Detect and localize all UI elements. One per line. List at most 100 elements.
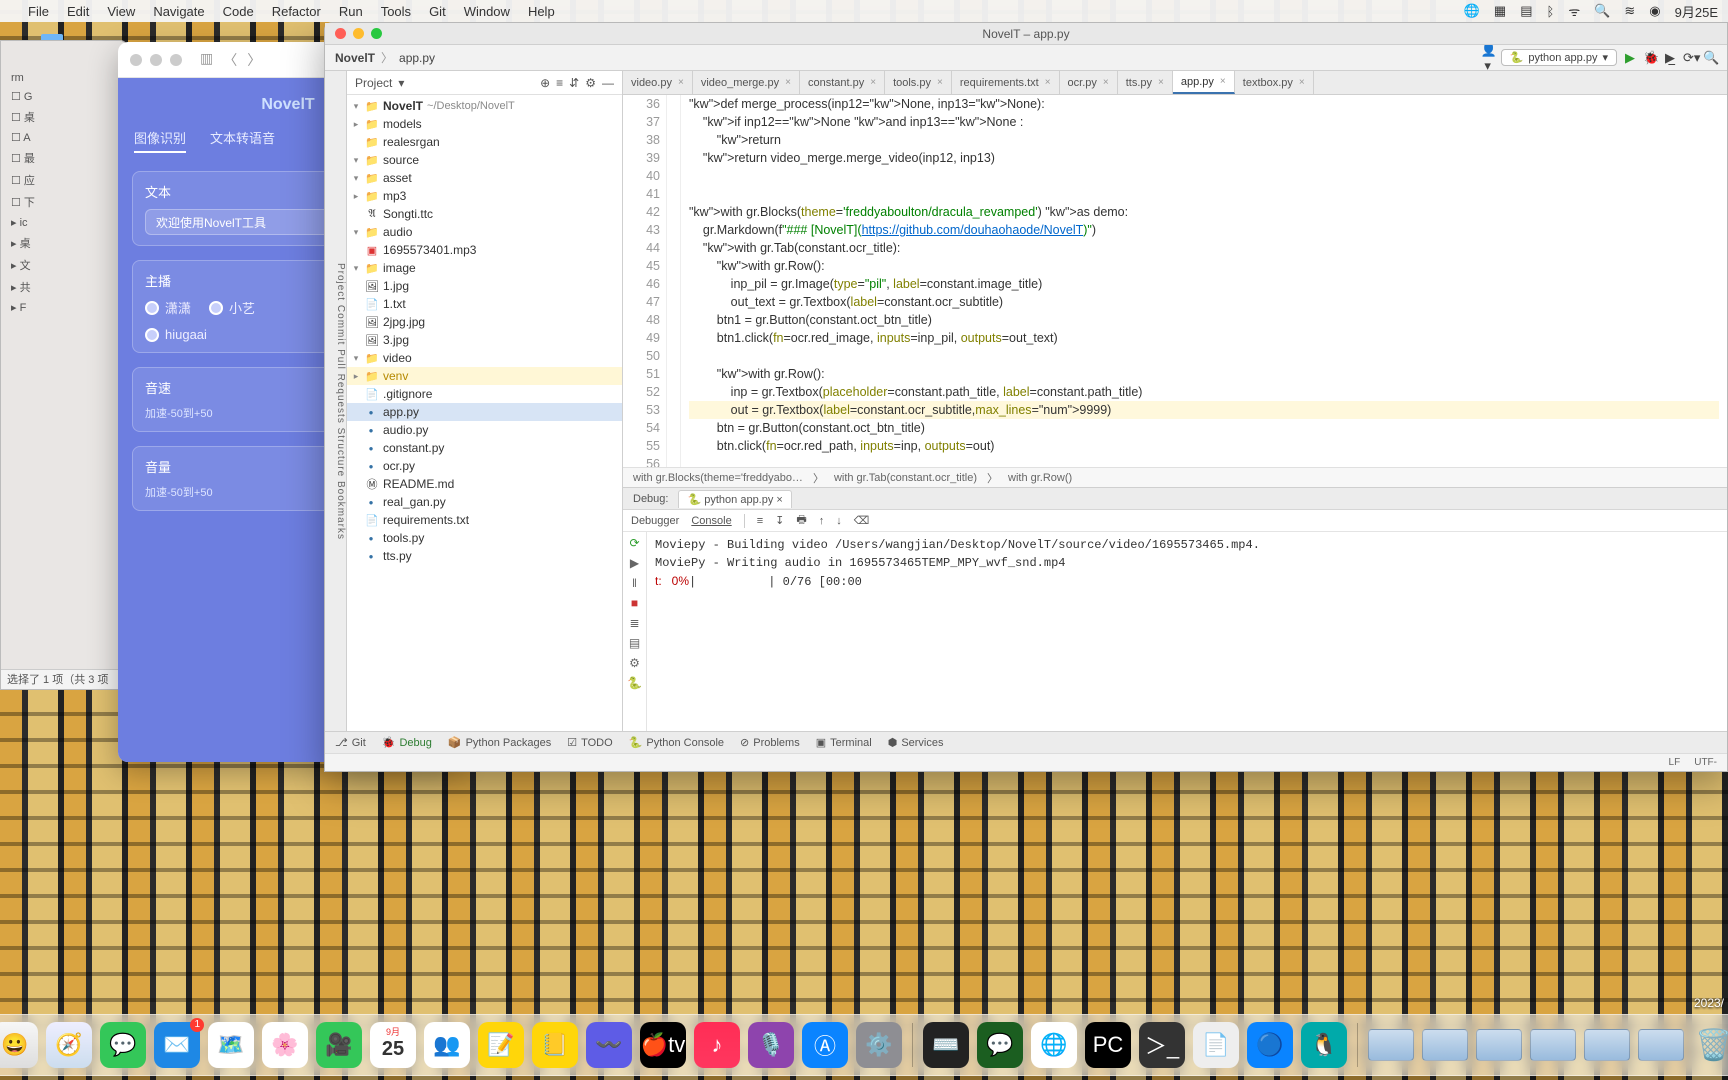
code-editor[interactable]: 36 37 38 39 40 41 42 43 44 45 46 47 48 4… <box>623 95 1727 467</box>
settings-icon[interactable]: ⚙ <box>629 656 640 670</box>
bottom-todo[interactable]: ☑ TODO <box>567 736 612 749</box>
dock-terminal[interactable]: ＞_ <box>1139 1022 1185 1068</box>
pc-close-icon[interactable] <box>335 28 346 39</box>
dock-settings[interactable]: ⚙️ <box>856 1022 902 1068</box>
status-siri-icon[interactable]: ◉ <box>1649 3 1660 19</box>
editor-tab[interactable]: video_merge.py× <box>693 71 800 94</box>
dock-textedit[interactable]: 📄 <box>1193 1022 1239 1068</box>
tree-item[interactable]: .gitignore <box>383 387 432 401</box>
status-wifi-icon[interactable]: ᯤ <box>1568 2 1580 20</box>
resume-icon[interactable]: ⟳ <box>629 536 639 550</box>
editor-tab[interactable]: constant.py× <box>800 71 885 94</box>
menu-tools[interactable]: Tools <box>381 4 411 19</box>
code-content[interactable]: "kw">def merge_process(inp12="kw">None, … <box>681 95 1727 467</box>
menu-help[interactable]: Help <box>528 4 555 19</box>
dock-minimized-window[interactable] <box>1638 1029 1684 1061</box>
crumb[interactable]: with gr.Tab(constant.ocr_title) <box>834 472 977 484</box>
menu-view[interactable]: View <box>107 4 135 19</box>
tree-item[interactable]: README.md <box>383 477 454 491</box>
navbar-project[interactable]: NovelT <box>335 51 375 65</box>
toolbar-sidebar-icon[interactable]: ▥ <box>200 50 213 70</box>
debug-tab-console[interactable]: Console <box>691 515 731 527</box>
up-icon[interactable]: ↑ <box>819 515 825 527</box>
tree-item[interactable]: 1.txt <box>383 297 406 311</box>
dock-minimized-window[interactable] <box>1584 1029 1630 1061</box>
tree-item[interactable]: realesrgan <box>383 135 440 149</box>
search-everywhere-icon[interactable]: 🔍 <box>1703 50 1717 66</box>
tree-item[interactable]: audio.py <box>383 423 428 437</box>
menubar-date[interactable]: 9月25E <box>1675 2 1718 21</box>
run-config-select[interactable]: 🐍 python app.py ▾ <box>1501 49 1617 66</box>
bottom-git[interactable]: ⎇ Git <box>335 736 366 749</box>
step-over-icon[interactable]: ▶ <box>630 556 639 570</box>
status-bt-icon[interactable]: ᛒ <box>1547 4 1555 19</box>
menu-navigate[interactable]: Navigate <box>153 4 204 19</box>
print-icon[interactable]: 🖶 <box>796 511 806 530</box>
dock-minimized-window[interactable] <box>1530 1029 1576 1061</box>
tree-item-app[interactable]: app.py <box>383 405 419 419</box>
tree-item[interactable]: constant.py <box>383 441 444 455</box>
debug-console[interactable]: Moviepy - Building video /Users/wangjian… <box>647 532 1727 731</box>
tree-item[interactable]: tts.py <box>383 549 412 563</box>
tree-item[interactable]: 1695573401.mp3 <box>383 243 476 257</box>
tree-item[interactable]: asset <box>383 171 412 185</box>
crumb[interactable]: with gr.Row() <box>1008 472 1072 484</box>
tree-item[interactable]: audio <box>383 225 412 239</box>
run-icon[interactable]: ▶ <box>1623 50 1637 66</box>
dock-reminders[interactable]: 📝 <box>478 1022 524 1068</box>
editor-tab[interactable]: tools.py× <box>885 71 952 94</box>
menu-refactor[interactable]: Refactor <box>272 4 321 19</box>
dock-calendar[interactable]: 9月 25 <box>370 1022 416 1068</box>
status-lf[interactable]: LF <box>1669 757 1681 768</box>
hide-icon[interactable]: — <box>602 76 614 90</box>
editor-tab[interactable]: video.py× <box>623 71 693 94</box>
toolstrip-bookmarks[interactable]: Bookmarks <box>335 480 346 539</box>
editor-tab[interactable]: tts.py× <box>1118 71 1173 94</box>
host-option-2[interactable]: 小艺 <box>209 298 255 317</box>
navbar-file[interactable]: app.py <box>399 51 435 65</box>
close-icon[interactable]: × <box>937 77 943 88</box>
dock-notes[interactable]: 📒 <box>532 1022 578 1068</box>
status-cc-icon[interactable]: ≋ <box>1624 3 1635 19</box>
tree-item[interactable]: video <box>383 351 412 365</box>
menu-git[interactable]: Git <box>429 4 446 19</box>
pc-min-icon[interactable] <box>353 28 364 39</box>
menu-window[interactable]: Window <box>464 4 510 19</box>
traffic-max-icon[interactable] <box>170 54 182 66</box>
debug-config-tab[interactable]: 🐍 python app.py × <box>678 490 791 508</box>
close-icon[interactable]: × <box>1045 77 1051 88</box>
dock-maps[interactable]: 🗺️ <box>208 1022 254 1068</box>
dock-contacts[interactable]: 👥 <box>424 1022 470 1068</box>
tree-item[interactable]: image <box>383 261 416 275</box>
dock-minimized-window[interactable] <box>1368 1029 1414 1061</box>
toolbar-fwd-icon[interactable]: 〉 <box>247 50 261 70</box>
close-icon[interactable]: × <box>1299 77 1305 88</box>
tree-item[interactable]: 2jpg.jpg <box>383 315 425 329</box>
novelt-tab-ocr[interactable]: 图像识别 <box>134 128 186 153</box>
tree-item[interactable]: real_gan.py <box>383 495 446 509</box>
dock-mail[interactable]: ✉️1 <box>154 1022 200 1068</box>
dock-iterm[interactable]: ⌨️ <box>923 1022 969 1068</box>
host-option-1[interactable]: 潇潇 <box>145 298 191 317</box>
stop-icon[interactable]: ■ <box>631 596 638 610</box>
coverage-icon[interactable]: ▶̲ <box>1663 50 1677 66</box>
toolstrip-pullreq[interactable]: Pull Requests <box>335 349 346 424</box>
bottom-services[interactable]: ⬢ Services <box>888 736 944 749</box>
menu-code[interactable]: Code <box>223 4 254 19</box>
editor-tab-active[interactable]: app.py× <box>1173 71 1235 94</box>
dock-podcasts[interactable]: 🎙️ <box>748 1022 794 1068</box>
dock-freeform[interactable]: 〰️ <box>586 1022 632 1068</box>
dock-trash[interactable]: 🗑️ <box>1692 1022 1728 1068</box>
debug-icon[interactable]: 🐞 <box>1643 50 1657 66</box>
dock-photos[interactable]: 🌸 <box>262 1022 308 1068</box>
status-grid-icon[interactable]: ▤ <box>1520 3 1532 19</box>
down-icon[interactable]: ↓ <box>836 515 842 527</box>
dock-minimized-window[interactable] <box>1476 1029 1522 1061</box>
host-option-3[interactable]: hiugaai <box>145 327 207 342</box>
more-run-icon[interactable]: ⟳▾ <box>1683 50 1697 66</box>
pc-max-icon[interactable] <box>371 28 382 39</box>
tree-item[interactable]: ocr.py <box>383 459 415 473</box>
status-enc[interactable]: UTF- <box>1694 757 1717 768</box>
locate-icon[interactable]: ⊕ <box>540 76 550 90</box>
dock-safari[interactable]: 🧭 <box>46 1022 92 1068</box>
